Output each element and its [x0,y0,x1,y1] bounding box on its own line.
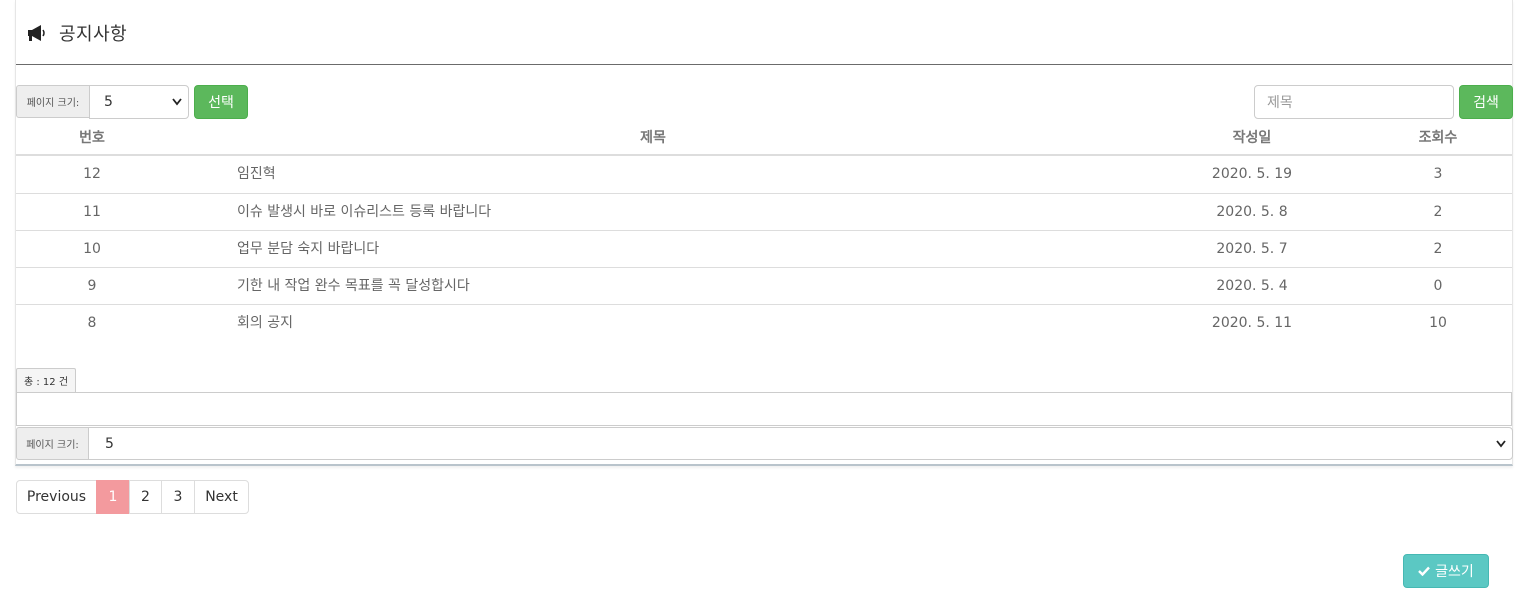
next-page-button[interactable]: Next [194,480,249,514]
pagination: Previous 1 2 3 Next [16,480,249,514]
page-button-2[interactable]: 2 [129,480,162,514]
row-date: 2020. 5. 11 [1211,315,1293,331]
row-title-link[interactable]: 임진혁 [237,156,276,193]
panel-header: 공지사항 [16,0,1512,65]
row-date: 2020. 5. 19 [1211,166,1293,182]
page-title: 공지사항 [59,24,128,45]
table-row[interactable]: 10 업무 분담 숙지 바랍니다 2020. 5. 7 2 [16,230,1512,267]
chevron-down-icon [1496,440,1506,448]
column-header-date: 작성일 [1232,130,1272,146]
table-row[interactable]: 9 기한 내 작업 완수 목표를 꼭 달성합시다 2020. 5. 4 0 [16,267,1512,304]
row-views: 10 [1429,315,1447,331]
notice-panel: 공지사항 페이지 크기: 5 선택 제목 검색 번호 제목 작성일 조회수 12… [15,0,1513,466]
footer-empty-box [16,392,1512,426]
row-views: 2 [1433,241,1443,257]
row-date: 2020. 5. 7 [1216,241,1288,257]
write-button[interactable]: 글쓰기 [1403,554,1489,588]
footer-page-size-label: 페이지 크기: [16,427,89,460]
column-header-title: 제목 [640,130,666,146]
footer-page-size-value: 5 [105,435,114,452]
row-date: 2020. 5. 4 [1216,278,1288,294]
row-title-link[interactable]: 기한 내 작업 완수 목표를 꼭 달성합시다 [237,268,470,305]
search-input[interactable]: 제목 [1254,85,1454,119]
check-icon [1418,566,1431,576]
column-header-num: 번호 [79,130,105,146]
previous-page-button[interactable]: Previous [16,480,97,514]
footer-page-size-select[interactable]: 5 [88,427,1513,460]
row-title-link[interactable]: 업무 분담 숙지 바랍니다 [237,231,379,268]
row-date: 2020. 5. 8 [1216,204,1288,220]
page-button-1[interactable]: 1 [96,480,130,514]
row-num: 12 [83,166,101,182]
page-size-value: 5 [104,94,113,110]
table-row[interactable]: 11 이슈 발생시 바로 이슈리스트 등록 바랍니다 2020. 5. 8 2 [16,193,1512,230]
row-num: 8 [87,315,97,331]
page-button-3[interactable]: 3 [161,480,195,514]
table-row[interactable]: 12 임진혁 2020. 5. 19 3 [16,156,1512,193]
row-num: 9 [87,278,97,294]
select-button[interactable]: 선택 [194,85,248,119]
row-num: 10 [83,241,101,257]
megaphone-icon [28,25,45,41]
row-views: 3 [1433,166,1443,182]
column-header-views: 조회수 [1418,130,1458,146]
page-size-select[interactable]: 5 [89,85,189,119]
total-count-badge: 총 : 12 건 [16,368,76,392]
row-views: 2 [1433,204,1443,220]
row-num: 11 [83,204,101,220]
table-row[interactable]: 8 회의 공지 2020. 5. 11 10 [16,304,1512,341]
row-views: 0 [1433,278,1443,294]
row-title-link[interactable]: 회의 공지 [237,305,293,342]
write-button-label: 글쓰기 [1435,564,1474,580]
row-title-link[interactable]: 이슈 발생시 바로 이슈리스트 등록 바랍니다 [237,194,491,231]
chevron-down-icon [172,98,182,106]
search-button[interactable]: 검색 [1459,85,1513,119]
page-size-label: 페이지 크기: [16,85,90,118]
